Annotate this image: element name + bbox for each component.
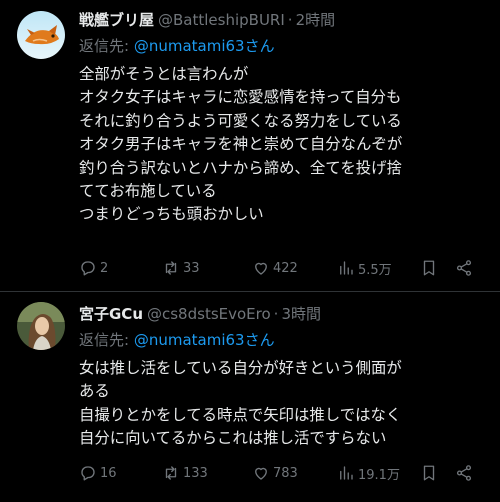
tweet-text-line: 自撮りとかをしてる時点で矢印は推しではなく (79, 405, 402, 424)
bookmark-icon (420, 464, 438, 482)
avatar[interactable] (17, 302, 65, 350)
reply-button[interactable]: 16 (79, 462, 117, 484)
tweet-header: 戦艦ブリ屋 @BattleshipBURI · 2時間 (79, 9, 484, 31)
tweet-text-line: ある (79, 382, 110, 401)
avatar-image (17, 11, 65, 59)
reply-count: 16 (100, 465, 117, 481)
avatar[interactable] (17, 11, 65, 59)
views-icon (337, 464, 355, 482)
views-icon (337, 259, 355, 277)
separator-dot: · (287, 11, 293, 29)
like-button[interactable]: 783 (252, 462, 298, 484)
tweet-header: 宮子GCu @cs8dstsEvoEro · 3時間 (79, 303, 484, 325)
share-button[interactable] (455, 257, 473, 279)
view-count: 5.5万 (358, 262, 392, 278)
tweet-text-line: ててお布施している (79, 181, 217, 200)
tweet-text-line: 自分に向いてるからこれは推し活ですらない (79, 429, 387, 448)
tweet-text-line: オタク男子はキャラを神と崇めて自分なんぞが (79, 135, 403, 154)
author-handle[interactable]: @cs8dstsEvoEro (147, 305, 271, 323)
share-icon (455, 464, 473, 482)
author-name[interactable]: 宮子GCu (79, 303, 143, 324)
bookmark-icon (420, 259, 438, 277)
retweet-icon (162, 259, 180, 277)
retweet-button[interactable]: 133 (162, 462, 208, 484)
views-button[interactable]: 5.5万 (337, 257, 392, 279)
retweet-count: 133 (183, 465, 208, 481)
reply-prefix: 返信先: (79, 331, 134, 349)
tweet-text-line: つまりどっちも頭おかしい (79, 205, 264, 224)
tweet-text: 全部がそうとは言わんが オタク女子はキャラに恋愛感情を持って自分も それに釣り合… (79, 63, 484, 227)
reply-icon (79, 464, 97, 482)
timestamp[interactable]: 3時間 (281, 303, 321, 324)
tweet-text-line: 釣り合う訳ないとハナから諦め、全てを投げ捨 (79, 158, 402, 177)
reply-prefix: 返信先: (79, 37, 134, 55)
bookmark-button[interactable] (420, 462, 438, 484)
heart-icon (252, 464, 270, 482)
tweet-text-line: 全部がそうとは言わんが (79, 65, 249, 83)
tweet-text-line: 女は推し活をしている自分が好きという側面が (79, 359, 402, 377)
tweet-actions: 2 33 422 5.5万 (79, 257, 484, 279)
tweet-actions: 16 133 783 19.1万 (79, 462, 484, 484)
retweet-button[interactable]: 33 (162, 257, 200, 279)
timestamp[interactable]: 2時間 (296, 9, 336, 30)
author-handle[interactable]: @BattleshipBURI (158, 11, 285, 29)
mention-link[interactable]: @numatami63さん (134, 37, 275, 55)
share-icon (455, 259, 473, 277)
tweet[interactable]: 宮子GCu @cs8dstsEvoEro · 3時間 返信先: @numatam… (0, 292, 500, 502)
reply-icon (79, 259, 97, 277)
tweet-text: 女は推し活をしている自分が好きという側面が ある 自撮りとかをしてる時点で矢印は… (79, 357, 484, 451)
reply-context: 返信先: @numatami63さん (79, 35, 484, 57)
retweet-count: 33 (183, 260, 200, 276)
like-button[interactable]: 422 (252, 257, 298, 279)
heart-icon (252, 259, 270, 277)
avatar-image (17, 302, 65, 350)
tweet-text-line: オタク女子はキャラに恋愛感情を持って自分も (79, 88, 402, 107)
tweet-text-line: それに釣り合うよう可愛くなる努力をしている (79, 111, 402, 130)
like-count: 422 (273, 260, 298, 276)
share-button[interactable] (455, 462, 473, 484)
reply-context: 返信先: @numatami63さん (79, 329, 484, 351)
separator-dot: · (273, 305, 279, 323)
bookmark-button[interactable] (420, 257, 438, 279)
views-button[interactable]: 19.1万 (337, 462, 400, 484)
retweet-icon (162, 464, 180, 482)
reply-button[interactable]: 2 (79, 257, 108, 279)
reply-count: 2 (100, 260, 109, 276)
author-name[interactable]: 戦艦ブリ屋 (79, 9, 154, 30)
mention-link[interactable]: @numatami63さん (134, 331, 275, 349)
like-count: 783 (273, 465, 298, 481)
view-count: 19.1万 (358, 467, 400, 483)
tweet[interactable]: 戦艦ブリ屋 @BattleshipBURI · 2時間 返信先: @numata… (0, 0, 500, 291)
